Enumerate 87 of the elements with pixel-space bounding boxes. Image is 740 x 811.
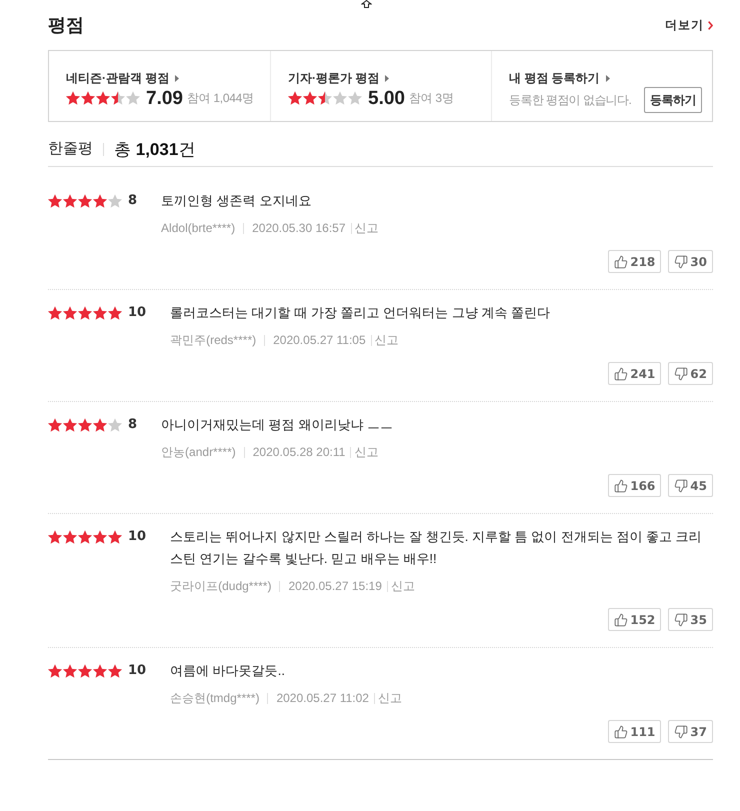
half-star-icon <box>318 91 332 105</box>
star-icon <box>48 418 62 432</box>
like-button[interactable]: 152 <box>608 608 662 631</box>
average-score: 5.00 <box>368 88 405 108</box>
star-icon <box>48 664 62 678</box>
more-link[interactable]: 더보기 <box>665 16 713 34</box>
rating-category-link[interactable]: 기자·평론가 평점 <box>288 69 380 87</box>
caret-icon <box>175 74 180 82</box>
average-score: 7.09 <box>146 88 183 108</box>
chevron-right-icon <box>708 20 713 30</box>
caret-icon <box>385 74 390 82</box>
review-score: 10 <box>128 304 146 322</box>
thumbs-up-icon <box>614 724 628 738</box>
dislike-button[interactable]: 30 <box>668 250 713 273</box>
star-icon <box>66 91 80 105</box>
star-icon <box>78 530 92 544</box>
thumbs-down-icon <box>674 478 688 492</box>
caret-icon <box>606 74 610 82</box>
rating-category-link[interactable]: 네티즌·관람객 평점 <box>66 69 170 87</box>
star-icon <box>93 306 107 320</box>
star-icon <box>108 530 122 544</box>
review-date: 2020.05.30 16:57 <box>252 220 346 237</box>
star-icon <box>63 194 77 208</box>
star-icon <box>333 91 347 105</box>
star-icon <box>93 530 107 544</box>
star-icon <box>48 194 62 208</box>
thumbs-down-icon <box>674 366 688 380</box>
star-icon <box>126 91 140 105</box>
participant-count: 참여 1,044명 <box>186 90 254 107</box>
no-rating-message: 등록한 평점이 없습니다. <box>509 92 632 109</box>
thumbs-up-icon <box>614 366 628 380</box>
review-text: 토끼인형 생존력 오지네요 <box>161 192 312 210</box>
register-rating-link[interactable]: 내 평점 등록하기 <box>509 69 600 87</box>
star-icon <box>93 194 107 208</box>
review-date: 2020.05.27 15:19 <box>288 578 382 595</box>
star-icon <box>348 91 362 105</box>
star-icon <box>81 91 95 105</box>
thumbs-up-icon <box>614 254 628 268</box>
star-icon <box>63 664 77 678</box>
review-score: 10 <box>128 528 146 546</box>
star-icon <box>63 530 77 544</box>
like-button[interactable]: 166 <box>608 474 662 497</box>
review-text: 롤러코스터는 대기할 때 가장 쫄리고 언더워터는 그냥 계속 쫄린다 <box>170 304 551 322</box>
review-score: 10 <box>128 662 146 680</box>
star-icon <box>78 664 92 678</box>
section-title: 평점 <box>48 14 84 36</box>
thumbs-up-icon <box>614 478 628 492</box>
review-date: 2020.05.28 20:11 <box>252 444 346 461</box>
like-button[interactable]: 241 <box>608 362 662 385</box>
participant-count: 참여 3명 <box>408 90 454 107</box>
star-icon <box>288 91 302 105</box>
star-icon <box>78 306 92 320</box>
thumbs-down-icon <box>674 254 688 268</box>
star-icon <box>63 306 77 320</box>
review-date: 2020.05.27 11:02 <box>276 690 369 707</box>
star-icon <box>48 306 62 320</box>
star-icon <box>96 91 110 105</box>
star-icon <box>108 664 122 678</box>
review-total-count: 총 1,031건 <box>114 138 196 161</box>
dislike-button[interactable]: 62 <box>668 362 713 385</box>
review-text: 스토리는 뛰어나지 않지만 스릴러 하나는 잘 챙긴듯. 지루할 틈 없이 전개되는 점이 좋고 크리스틴 연기는 갈수록 빛난다. 믿고 배우는 배우!! <box>170 528 703 568</box>
dislike-button[interactable]: 35 <box>668 608 713 631</box>
half-star-icon <box>111 91 125 105</box>
thumbs-up-icon <box>614 612 628 626</box>
star-icon <box>48 530 62 544</box>
star-icon <box>108 418 122 432</box>
review-score: 8 <box>128 416 138 434</box>
thumbs-down-icon <box>674 724 688 738</box>
like-button[interactable]: 111 <box>608 720 662 743</box>
register-button[interactable]: 등록하기 <box>644 87 702 113</box>
star-icon <box>78 194 92 208</box>
review-score: 8 <box>128 192 138 210</box>
star-icon <box>63 418 77 432</box>
like-button[interactable]: 218 <box>608 250 662 273</box>
dislike-button[interactable]: 45 <box>668 474 713 497</box>
review-section-title: 한줄평 <box>48 139 93 160</box>
star-icon <box>93 664 107 678</box>
star-icon <box>108 194 122 208</box>
review-date: 2020.05.27 11:05 <box>273 332 366 349</box>
review-text: 아니이거재밌는데 평점 왜이리낮냐 ㅡㅡ <box>161 416 394 434</box>
star-icon <box>303 91 317 105</box>
star-icon <box>93 418 107 432</box>
star-icon <box>78 418 92 432</box>
dislike-button[interactable]: 37 <box>668 720 713 743</box>
review-text: 여름에 바다못갈듯.. <box>170 662 286 680</box>
star-icon <box>108 306 122 320</box>
thumbs-down-icon <box>674 612 688 626</box>
